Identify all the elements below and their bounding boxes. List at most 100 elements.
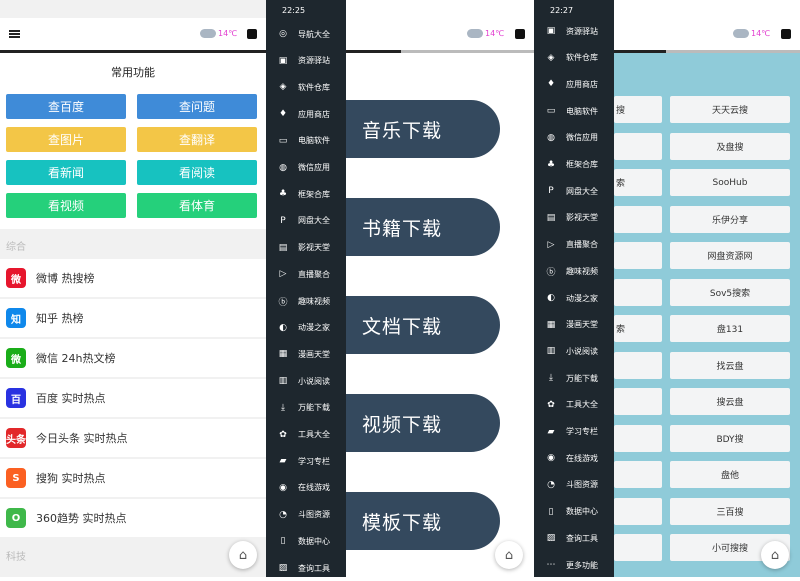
reading-button[interactable]: 看阅读 [137,160,257,185]
drawer-item[interactable]: ⓑ 趣味视频 [266,288,346,314]
drawer-item[interactable]: ♣ 框架合库 [266,181,346,207]
drawer-item[interactable]: ▨ 查询工具 [534,525,614,551]
drawer-item[interactable]: ▭ 电脑软件 [534,98,614,124]
drawer-item[interactable]: ▥ 小说阅读 [266,368,346,394]
drawer-item[interactable]: ▨ 查询工具 [266,555,346,581]
list-item[interactable]: 百百度 实时热点 [0,379,266,417]
search-site-button[interactable] [614,461,662,488]
drawer-item[interactable]: ⓑ 趣味视频 [534,258,614,284]
home-button[interactable]: ⌂ [495,541,523,569]
video-button[interactable]: 看视频 [6,193,126,218]
search-image-button[interactable]: 查图片 [6,127,126,152]
drawer-item[interactable]: ◔ 斗图资源 [266,502,346,528]
drawer-item[interactable]: ▣ 资源驿站 [266,48,346,74]
github-icon[interactable] [781,29,791,39]
drawer-item[interactable]: ▷ 直播聚合 [266,261,346,287]
drawer-item[interactable]: ♦ 应用商店 [534,71,614,97]
search-baidu-button[interactable]: 查百度 [6,94,126,119]
list-item[interactable]: 知知乎 热榜 [0,299,266,337]
ask-question-button[interactable]: 查问题 [137,94,257,119]
download-category-button[interactable]: 书籍下载 [346,198,500,256]
drawer-item-label: 电脑软件 [298,136,330,146]
search-site-button[interactable]: 搜 [614,96,662,123]
download-category-button[interactable]: 模板下载 [346,492,500,550]
search-site-button[interactable] [614,278,662,306]
download-category-button[interactable]: 视频下载 [346,394,500,452]
drawer-item[interactable]: ✿ 工具大全 [534,392,614,418]
drawer-item[interactable]: ◍ 微信应用 [266,155,346,181]
drawer-item[interactable]: ▰ 学习专栏 [534,419,614,445]
drawer-item[interactable]: ♣ 框架合库 [534,152,614,178]
search-site-button[interactable]: 乐伊分享 [670,205,790,233]
search-site-button[interactable]: 网盘资源网 [670,242,790,269]
download-category-button[interactable]: 音乐下载 [346,100,500,158]
drawer-item[interactable]: ▭ 电脑软件 [266,128,346,154]
drawer-item[interactable]: ◐ 动漫之家 [534,285,614,311]
nav-drawer-1: 22:25 ◎ 导航大全 ▣ 资源驿站 ◈ 软件仓库 ♦ 应用商店 ▭ 电脑软件 ◍ 微信应用 ♣ 框架合… [266,0,346,577]
drawer-item[interactable]: ⤓ 万能下载 [266,395,346,421]
search-site-button[interactable]: 索 [614,169,662,196]
drawer-item[interactable]: ▯ 数据中心 [534,499,614,525]
section-label-tech: 科技 [6,552,26,563]
drawer-item[interactable]: ◎ 导航大全 [266,21,346,47]
list-item[interactable]: 微微信 24h热文榜 [0,339,266,377]
drawer-item[interactable]: ▰ 学习专栏 [266,448,346,474]
home-button[interactable]: ⌂ [229,541,257,569]
github-icon[interactable] [515,29,525,39]
translate-button[interactable]: 查翻译 [137,127,257,152]
search-site-button[interactable]: 三百搜 [670,497,790,525]
drawer-item[interactable]: ▦ 漫画天堂 [534,312,614,338]
list-item[interactable]: O 360趋势 实时热点 [0,499,266,537]
drawer-item[interactable]: ✿ 工具大全 [266,422,346,448]
search-site-button[interactable]: Sov5搜索 [670,278,790,306]
search-site-button[interactable] [614,351,662,379]
search-site-button[interactable]: 索 [614,315,662,342]
search-site-button[interactable] [614,534,662,561]
search-site-button[interactable] [614,388,662,415]
search-site-button[interactable]: BDY搜 [670,424,790,452]
drawer-item[interactable]: ♦ 应用商店 [266,101,346,127]
baidu-icon: 百 [6,388,26,408]
search-site-button[interactable]: 及盘搜 [670,132,790,160]
search-site-button[interactable]: 天天云搜 [670,96,790,123]
search-site-button[interactable] [614,424,662,452]
drawer-item[interactable]: ◐ 动漫之家 [266,315,346,341]
drawer-item[interactable]: ▤ 影视天堂 [534,205,614,231]
search-site-button[interactable]: 盘131 [670,315,790,342]
drawer-item[interactable]: ◔ 斗图资源 [534,472,614,498]
home-button[interactable]: ⌂ [761,541,789,569]
drawer-item[interactable]: ⤓ 万能下载 [534,365,614,391]
search-site-button[interactable] [614,497,662,525]
drawer-item[interactable]: ◉ 在线游戏 [534,445,614,471]
sports-button[interactable]: 看体育 [137,193,257,218]
drawer-item[interactable]: P 网盘大全 [534,178,614,204]
search-site-button[interactable]: SooHub [670,169,790,196]
status-time: 22:27 [550,6,574,15]
drawer-item[interactable]: ⋯ 更多功能 [534,552,614,578]
list-item[interactable]: 微微博 热搜榜 [0,259,266,297]
download-category-button[interactable]: 文档下载 [346,296,500,354]
menu-icon: ♦ [278,109,288,120]
drawer-item[interactable]: ▣ 资源驿站 [534,18,614,44]
search-site-button[interactable] [614,205,662,233]
search-site-button[interactable]: 盘他 [670,461,790,488]
list-item[interactable]: S 搜狗 实时热点 [0,459,266,497]
drawer-item[interactable]: ◍ 微信应用 [534,125,614,151]
drawer-item[interactable]: ◈ 软件仓库 [266,74,346,100]
drawer-item[interactable]: ▷ 直播聚合 [534,232,614,258]
news-button[interactable]: 看新闻 [6,160,126,185]
drawer-item[interactable]: ◈ 软件仓库 [534,45,614,71]
menu-icon[interactable] [9,30,20,38]
search-site-button[interactable]: 找云盘 [670,351,790,379]
drawer-item[interactable]: ◉ 在线游戏 [266,475,346,501]
search-site-button[interactable] [614,132,662,160]
search-site-button[interactable] [614,242,662,269]
drawer-item[interactable]: ▦ 漫画天堂 [266,341,346,367]
drawer-item[interactable]: P 网盘大全 [266,208,346,234]
search-site-button[interactable]: 搜云盘 [670,388,790,415]
list-item[interactable]: 头条 今日头条 实时热点 [0,419,266,457]
drawer-item[interactable]: ▯ 数据中心 [266,528,346,554]
github-icon[interactable] [247,29,257,39]
drawer-item[interactable]: ▥ 小说阅读 [534,338,614,364]
drawer-item[interactable]: ▤ 影视天堂 [266,235,346,261]
